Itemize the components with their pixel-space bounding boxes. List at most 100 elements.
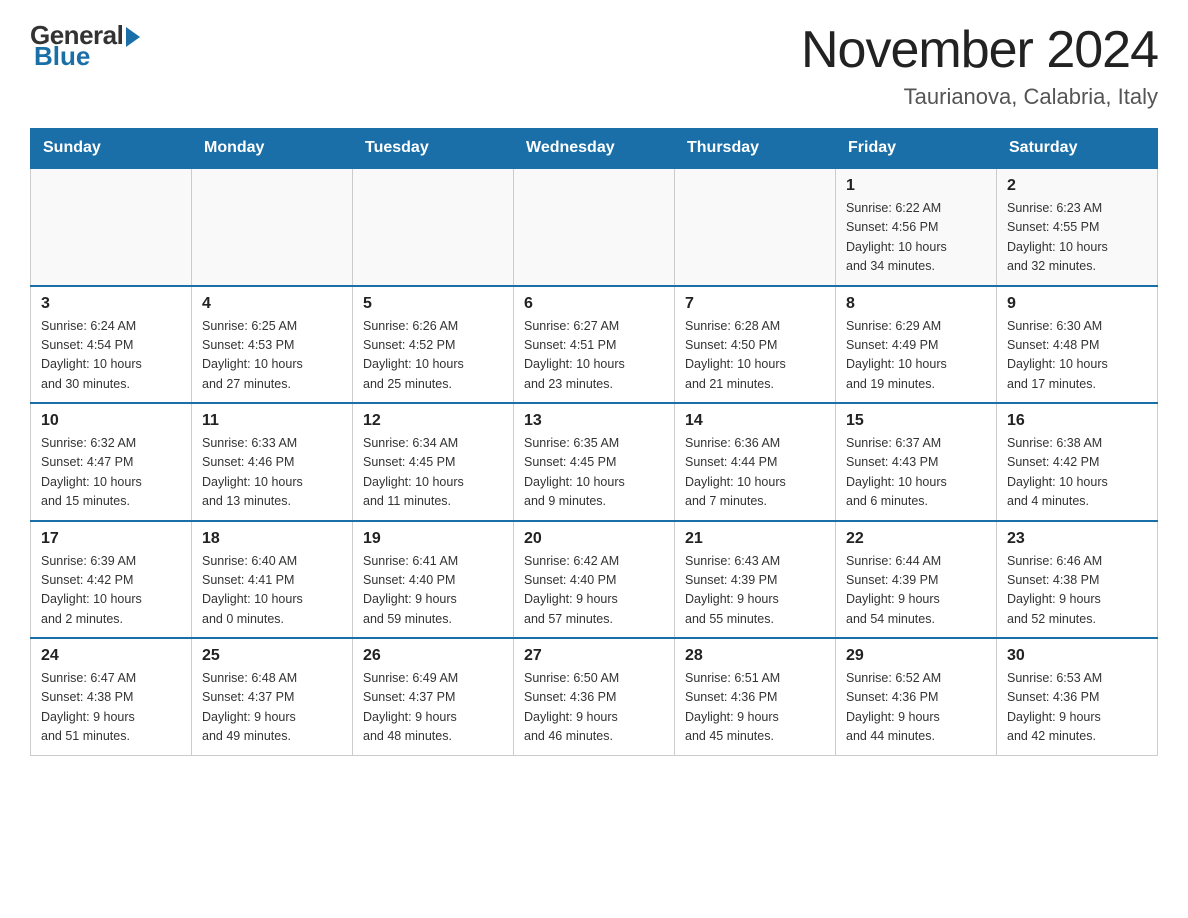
day-number: 22 xyxy=(846,530,986,548)
calendar-cell: 24 Sunrise: 6:47 AM Sunset: 4:38 PM Dayli… xyxy=(31,638,192,755)
calendar-week-3: 10 Sunrise: 6:32 AM Sunset: 4:47 PM Dayli… xyxy=(31,403,1158,521)
day-info: Sunrise: 6:22 AM Sunset: 4:56 PM Dayligh… xyxy=(846,199,986,277)
day-info: Sunrise: 6:30 AM Sunset: 4:48 PM Dayligh… xyxy=(1007,317,1147,395)
day-info: Sunrise: 6:42 AM Sunset: 4:40 PM Dayligh… xyxy=(524,552,664,630)
calendar-cell: 9 Sunrise: 6:30 AM Sunset: 4:48 PM Daylig… xyxy=(997,286,1158,404)
calendar-cell: 13 Sunrise: 6:35 AM Sunset: 4:45 PM Dayli… xyxy=(514,403,675,521)
calendar-cell: 7 Sunrise: 6:28 AM Sunset: 4:50 PM Daylig… xyxy=(675,286,836,404)
calendar-cell: 6 Sunrise: 6:27 AM Sunset: 4:51 PM Daylig… xyxy=(514,286,675,404)
title-section: November 2024 Taurianova, Calabria, Ital… xyxy=(801,20,1158,110)
weekday-header-friday: Friday xyxy=(836,129,997,169)
weekday-header-wednesday: Wednesday xyxy=(514,129,675,169)
day-info: Sunrise: 6:52 AM Sunset: 4:36 PM Dayligh… xyxy=(846,669,986,747)
day-info: Sunrise: 6:32 AM Sunset: 4:47 PM Dayligh… xyxy=(41,434,181,512)
day-number: 19 xyxy=(363,530,503,548)
day-number: 15 xyxy=(846,412,986,430)
weekday-header-saturday: Saturday xyxy=(997,129,1158,169)
day-number: 9 xyxy=(1007,295,1147,313)
day-number: 28 xyxy=(685,647,825,665)
day-info: Sunrise: 6:35 AM Sunset: 4:45 PM Dayligh… xyxy=(524,434,664,512)
calendar-cell: 20 Sunrise: 6:42 AM Sunset: 4:40 PM Dayli… xyxy=(514,521,675,639)
day-info: Sunrise: 6:51 AM Sunset: 4:36 PM Dayligh… xyxy=(685,669,825,747)
day-info: Sunrise: 6:53 AM Sunset: 4:36 PM Dayligh… xyxy=(1007,669,1147,747)
weekday-header-sunday: Sunday xyxy=(31,129,192,169)
calendar-cell: 30Sunrise: 6:53 AM Sunset: 4:36 PM Dayli… xyxy=(997,638,1158,755)
day-number: 2 xyxy=(1007,177,1147,195)
weekday-header-tuesday: Tuesday xyxy=(353,129,514,169)
calendar-cell: 21Sunrise: 6:43 AM Sunset: 4:39 PM Dayli… xyxy=(675,521,836,639)
calendar-cell xyxy=(514,168,675,286)
day-number: 25 xyxy=(202,647,342,665)
day-number: 24 xyxy=(41,647,181,665)
logo: General Blue xyxy=(30,20,140,72)
day-info: Sunrise: 6:25 AM Sunset: 4:53 PM Dayligh… xyxy=(202,317,342,395)
calendar-cell: 25 Sunrise: 6:48 AM Sunset: 4:37 PM Dayli… xyxy=(192,638,353,755)
calendar-cell: 2 Sunrise: 6:23 AM Sunset: 4:55 PM Daylig… xyxy=(997,168,1158,286)
day-number: 7 xyxy=(685,295,825,313)
day-info: Sunrise: 6:28 AM Sunset: 4:50 PM Dayligh… xyxy=(685,317,825,395)
day-number: 26 xyxy=(363,647,503,665)
weekday-header-thursday: Thursday xyxy=(675,129,836,169)
day-info: Sunrise: 6:29 AM Sunset: 4:49 PM Dayligh… xyxy=(846,317,986,395)
calendar-cell: 4 Sunrise: 6:25 AM Sunset: 4:53 PM Daylig… xyxy=(192,286,353,404)
calendar-cell: 14Sunrise: 6:36 AM Sunset: 4:44 PM Dayli… xyxy=(675,403,836,521)
day-info: Sunrise: 6:39 AM Sunset: 4:42 PM Dayligh… xyxy=(41,552,181,630)
calendar-week-1: 1 Sunrise: 6:22 AM Sunset: 4:56 PM Daylig… xyxy=(31,168,1158,286)
calendar-cell: 10 Sunrise: 6:32 AM Sunset: 4:47 PM Dayli… xyxy=(31,403,192,521)
day-number: 27 xyxy=(524,647,664,665)
logo-triangle-icon xyxy=(126,27,140,47)
calendar-cell: 27 Sunrise: 6:50 AM Sunset: 4:36 PM Dayli… xyxy=(514,638,675,755)
calendar-cell: 8 Sunrise: 6:29 AM Sunset: 4:49 PM Daylig… xyxy=(836,286,997,404)
calendar-cell: 11 Sunrise: 6:33 AM Sunset: 4:46 PM Dayli… xyxy=(192,403,353,521)
calendar-week-2: 3 Sunrise: 6:24 AM Sunset: 4:54 PM Daylig… xyxy=(31,286,1158,404)
calendar-cell: 26 Sunrise: 6:49 AM Sunset: 4:37 PM Dayli… xyxy=(353,638,514,755)
calendar-week-5: 24 Sunrise: 6:47 AM Sunset: 4:38 PM Dayli… xyxy=(31,638,1158,755)
day-number: 20 xyxy=(524,530,664,548)
day-info: Sunrise: 6:50 AM Sunset: 4:36 PM Dayligh… xyxy=(524,669,664,747)
day-info: Sunrise: 6:36 AM Sunset: 4:44 PM Dayligh… xyxy=(685,434,825,512)
day-info: Sunrise: 6:48 AM Sunset: 4:37 PM Dayligh… xyxy=(202,669,342,747)
calendar-cell: 28 Sunrise: 6:51 AM Sunset: 4:36 PM Dayli… xyxy=(675,638,836,755)
day-number: 6 xyxy=(524,295,664,313)
weekday-header-monday: Monday xyxy=(192,129,353,169)
page-header: General Blue November 2024 Taurianova, C… xyxy=(30,20,1158,110)
day-number: 1 xyxy=(846,177,986,195)
day-info: Sunrise: 6:38 AM Sunset: 4:42 PM Dayligh… xyxy=(1007,434,1147,512)
weekday-header-row: SundayMondayTuesdayWednesdayThursdayFrid… xyxy=(31,129,1158,169)
day-info: Sunrise: 6:34 AM Sunset: 4:45 PM Dayligh… xyxy=(363,434,503,512)
day-number: 10 xyxy=(41,412,181,430)
calendar-cell: 12Sunrise: 6:34 AM Sunset: 4:45 PM Dayli… xyxy=(353,403,514,521)
location-title: Taurianova, Calabria, Italy xyxy=(801,84,1158,110)
calendar-cell: 22 Sunrise: 6:44 AM Sunset: 4:39 PM Dayli… xyxy=(836,521,997,639)
day-number: 23 xyxy=(1007,530,1147,548)
calendar-cell: 19 Sunrise: 6:41 AM Sunset: 4:40 PM Dayli… xyxy=(353,521,514,639)
calendar-cell: 23Sunrise: 6:46 AM Sunset: 4:38 PM Dayli… xyxy=(997,521,1158,639)
day-info: Sunrise: 6:37 AM Sunset: 4:43 PM Dayligh… xyxy=(846,434,986,512)
calendar-cell: 18Sunrise: 6:40 AM Sunset: 4:41 PM Dayli… xyxy=(192,521,353,639)
day-info: Sunrise: 6:49 AM Sunset: 4:37 PM Dayligh… xyxy=(363,669,503,747)
day-number: 4 xyxy=(202,295,342,313)
calendar-week-4: 17Sunrise: 6:39 AM Sunset: 4:42 PM Dayli… xyxy=(31,521,1158,639)
day-info: Sunrise: 6:23 AM Sunset: 4:55 PM Dayligh… xyxy=(1007,199,1147,277)
day-info: Sunrise: 6:40 AM Sunset: 4:41 PM Dayligh… xyxy=(202,552,342,630)
day-info: Sunrise: 6:24 AM Sunset: 4:54 PM Dayligh… xyxy=(41,317,181,395)
day-info: Sunrise: 6:44 AM Sunset: 4:39 PM Dayligh… xyxy=(846,552,986,630)
calendar-cell: 29 Sunrise: 6:52 AM Sunset: 4:36 PM Dayli… xyxy=(836,638,997,755)
day-number: 11 xyxy=(202,412,342,430)
day-number: 8 xyxy=(846,295,986,313)
day-info: Sunrise: 6:27 AM Sunset: 4:51 PM Dayligh… xyxy=(524,317,664,395)
day-number: 29 xyxy=(846,647,986,665)
calendar-cell: 16 Sunrise: 6:38 AM Sunset: 4:42 PM Dayli… xyxy=(997,403,1158,521)
day-number: 21 xyxy=(685,530,825,548)
day-number: 5 xyxy=(363,295,503,313)
day-number: 16 xyxy=(1007,412,1147,430)
day-number: 13 xyxy=(524,412,664,430)
day-number: 3 xyxy=(41,295,181,313)
calendar-table: SundayMondayTuesdayWednesdayThursdayFrid… xyxy=(30,128,1158,756)
day-info: Sunrise: 6:41 AM Sunset: 4:40 PM Dayligh… xyxy=(363,552,503,630)
calendar-cell xyxy=(31,168,192,286)
calendar-cell: 1 Sunrise: 6:22 AM Sunset: 4:56 PM Daylig… xyxy=(836,168,997,286)
day-info: Sunrise: 6:33 AM Sunset: 4:46 PM Dayligh… xyxy=(202,434,342,512)
day-info: Sunrise: 6:26 AM Sunset: 4:52 PM Dayligh… xyxy=(363,317,503,395)
day-info: Sunrise: 6:47 AM Sunset: 4:38 PM Dayligh… xyxy=(41,669,181,747)
